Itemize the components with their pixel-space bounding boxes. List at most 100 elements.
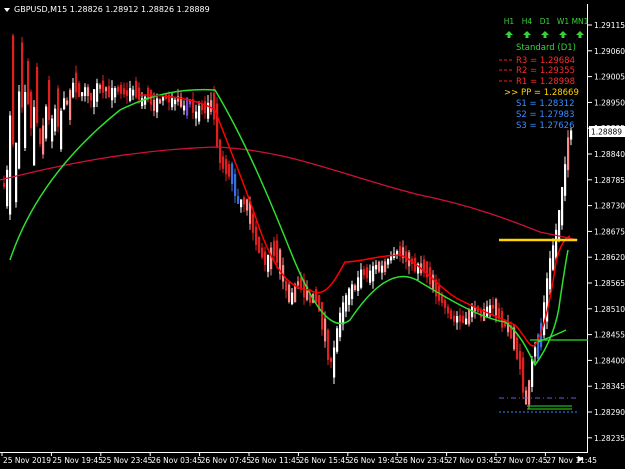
- candle-body: [45, 106, 48, 139]
- candle-body: [294, 284, 297, 303]
- candle-body: [162, 96, 165, 101]
- price-tick-label: 1.29115: [594, 21, 625, 30]
- price-tick-label: 1.29005: [594, 73, 625, 82]
- candle-body: [57, 88, 60, 127]
- candle-body: [516, 337, 519, 360]
- candle-body: [24, 92, 27, 148]
- time-tick-label: 25 Nov 23:45: [102, 456, 153, 465]
- candle-body: [363, 269, 366, 276]
- candle-body: [63, 98, 66, 110]
- candle-body: [552, 245, 555, 270]
- candle-body: [330, 358, 333, 362]
- candle-body: [111, 88, 114, 101]
- candle-body: [204, 101, 207, 114]
- candle-body: [297, 281, 300, 286]
- time-tick-label: 26 Nov 23:45: [398, 456, 449, 465]
- candle-body: [159, 99, 162, 104]
- time-tick-label: 26 Nov 07:45: [201, 456, 252, 465]
- pivot-r1: R1 = 1.28998: [516, 77, 575, 87]
- candle-body: [288, 284, 291, 303]
- candle-body: [387, 258, 390, 265]
- candle-body: [291, 292, 294, 305]
- candle-body: [273, 240, 276, 256]
- time-tick-label: 26 Nov 03:45: [151, 456, 202, 465]
- candle-body: [210, 100, 213, 112]
- candle-body: [93, 89, 96, 108]
- candle-body: [120, 84, 123, 94]
- candle-body: [66, 100, 69, 105]
- candle-body: [135, 80, 138, 98]
- candle-body: [216, 103, 219, 147]
- candle-body: [495, 298, 498, 316]
- candle-body: [456, 316, 459, 323]
- candle-body: [522, 357, 525, 393]
- candle-body: [561, 187, 564, 226]
- price-tick-label: 1.29060: [594, 47, 625, 56]
- price-tick-label: 1.28510: [594, 305, 625, 314]
- candle-body: [336, 328, 339, 352]
- candle-body: [3, 183, 6, 187]
- candle-body: [462, 315, 465, 323]
- symbol-info: GBPUSD,M15 1.28826 1.28912 1.28826 1.288…: [14, 5, 210, 14]
- tf-label-mn1: MN1: [572, 17, 589, 26]
- candle-body: [69, 90, 72, 120]
- candle-body: [228, 164, 231, 177]
- candle-body: [354, 285, 357, 291]
- price-chart[interactable]: GBPUSD,M15 1.28826 1.28912 1.28826 1.288…: [0, 0, 625, 469]
- candle-body: [381, 265, 384, 273]
- candle-body: [132, 89, 135, 96]
- candle-body: [27, 60, 30, 105]
- candle-body: [372, 266, 375, 282]
- candle-body: [489, 305, 492, 314]
- chart-header: GBPUSD,M15 1.28826 1.28912 1.28826 1.288…: [4, 5, 210, 14]
- candle-body: [129, 88, 132, 101]
- time-tick-label: 25 Nov 2019: [3, 456, 51, 465]
- candle-body: [258, 236, 261, 254]
- candle-body: [468, 309, 471, 325]
- candle-body: [81, 92, 84, 97]
- candle-body: [324, 318, 327, 342]
- candle-body: [444, 300, 447, 308]
- candle-body: [264, 251, 267, 266]
- price-tick-label: 1.28620: [594, 253, 625, 262]
- candle-body: [492, 304, 495, 309]
- price-tick-label: 1.28840: [594, 150, 625, 159]
- candle-body: [30, 91, 33, 129]
- price-tick-label: 1.28345: [594, 382, 625, 391]
- candle-body: [72, 82, 75, 98]
- candle-body: [360, 269, 363, 288]
- candle-body: [246, 199, 249, 211]
- candle-body: [183, 105, 186, 111]
- candle-body: [18, 91, 21, 169]
- candle-body: [102, 80, 105, 93]
- candle-body: [528, 380, 531, 405]
- candle-body: [459, 314, 462, 322]
- price-tick-label: 1.28290: [594, 408, 625, 417]
- candle-body: [144, 96, 147, 105]
- current-price-marker: 1.28889: [589, 126, 625, 137]
- candle-body: [549, 258, 552, 290]
- candle-body: [114, 88, 117, 98]
- candle-body: [171, 98, 174, 108]
- candle-body: [465, 318, 468, 325]
- tf-label-h1: H1: [504, 17, 515, 26]
- price-tick-label: 1.28950: [594, 98, 625, 107]
- pivot-s3: S3 = 1.27626: [516, 121, 574, 131]
- candle-body: [60, 110, 63, 150]
- candle-body: [219, 139, 222, 163]
- candle-body: [447, 306, 450, 314]
- candle-body: [201, 104, 204, 111]
- candle-body: [225, 159, 228, 175]
- price-tick-label: 1.28455: [594, 331, 625, 340]
- candle-body: [174, 99, 177, 105]
- candle-body: [357, 277, 360, 291]
- candle-body: [213, 92, 216, 120]
- candle-body: [342, 302, 345, 325]
- candle-body: [384, 261, 387, 273]
- candle-body: [39, 128, 42, 144]
- candle-body: [54, 108, 57, 132]
- candle-body: [564, 164, 567, 196]
- candle-body: [555, 229, 558, 258]
- candle-body: [117, 86, 120, 92]
- candle-body: [12, 35, 15, 145]
